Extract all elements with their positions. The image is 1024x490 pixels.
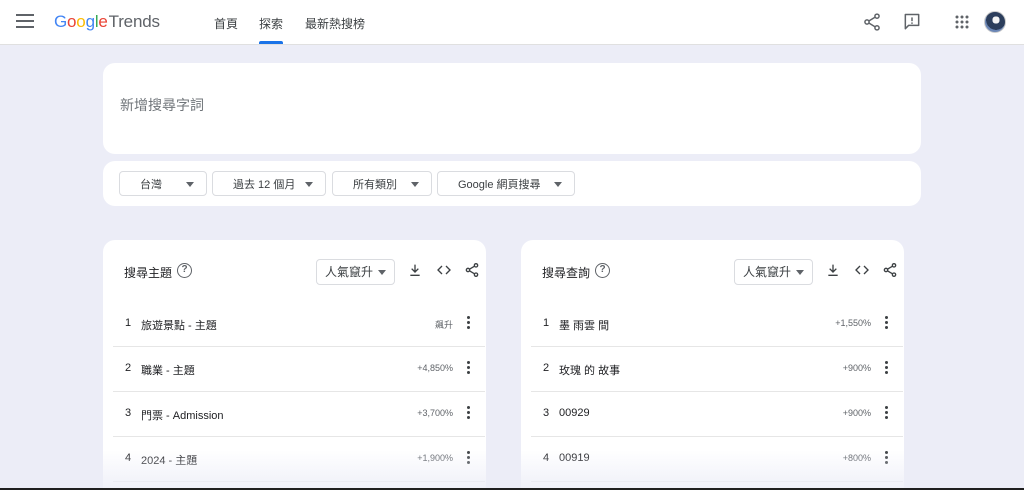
search-input[interactable] bbox=[120, 97, 820, 113]
item-label: 墨 雨雲 間 bbox=[559, 320, 610, 332]
more-vert-icon[interactable] bbox=[885, 316, 889, 330]
share-icon[interactable] bbox=[464, 262, 480, 278]
list-item[interactable]: 1 旅遊景點 - 主題 飆升 bbox=[113, 302, 485, 347]
more-vert-icon[interactable] bbox=[467, 316, 471, 330]
list-item[interactable]: 2 職業 - 主題 +4,850% bbox=[113, 347, 485, 392]
sort-select-label: 人氣竄升 bbox=[743, 265, 792, 279]
search-card bbox=[103, 63, 921, 154]
help-icon[interactable]: ? bbox=[177, 263, 192, 278]
region-filter[interactable]: 台灣 bbox=[119, 171, 207, 196]
rank-number: 2 bbox=[543, 362, 550, 374]
region-filter-label: 台灣 bbox=[140, 178, 162, 191]
embed-code-icon[interactable] bbox=[436, 262, 452, 278]
caret-down-icon bbox=[411, 182, 419, 187]
download-icon[interactable] bbox=[407, 262, 423, 278]
panel-title: 搜尋主題 bbox=[124, 266, 173, 280]
top-bar: GoogleTrends 首頁 探索 最新熱搜榜 bbox=[0, 0, 1024, 45]
more-vert-icon[interactable] bbox=[467, 361, 471, 375]
item-label: 2024 - 主題 bbox=[141, 455, 198, 467]
tab-explore[interactable]: 探索 bbox=[259, 15, 284, 44]
embed-code-icon[interactable] bbox=[854, 262, 870, 278]
item-value: +3,700% bbox=[417, 408, 453, 418]
menu-icon[interactable] bbox=[16, 14, 34, 30]
list-item[interactable]: 3 00929 +900% bbox=[531, 392, 903, 437]
list-item[interactable]: 4 2024 - 主題 +1,900% bbox=[113, 437, 485, 482]
logo-letter: e bbox=[98, 12, 108, 31]
more-vert-icon[interactable] bbox=[885, 361, 889, 375]
item-value: +4,850% bbox=[417, 363, 453, 373]
tab-trending-now[interactable]: 最新熱搜榜 bbox=[305, 15, 365, 32]
item-value: +900% bbox=[842, 363, 871, 373]
download-icon[interactable] bbox=[825, 262, 841, 278]
sort-select[interactable]: 人氣竄升 bbox=[316, 259, 395, 285]
rank-number: 4 bbox=[543, 452, 550, 464]
item-value: +900% bbox=[842, 408, 871, 418]
list-item[interactable]: 2 玫瑰 的 故事 +900% bbox=[531, 347, 903, 392]
rank-number: 2 bbox=[125, 362, 132, 374]
rank-number: 3 bbox=[125, 407, 132, 419]
search-type-filter[interactable]: Google 網頁搜尋 bbox=[437, 171, 575, 196]
list-item[interactable]: 3 門票 - Admission +3,700% bbox=[113, 392, 485, 437]
item-value: 飆升 bbox=[434, 320, 453, 330]
apps-icon[interactable] bbox=[952, 12, 972, 32]
item-label: 旅遊景點 - 主題 bbox=[141, 320, 217, 332]
more-vert-icon[interactable] bbox=[885, 451, 889, 465]
sort-select[interactable]: 人氣竄升 bbox=[734, 259, 813, 285]
caret-down-icon bbox=[186, 182, 194, 187]
category-filter-label: 所有類別 bbox=[353, 178, 397, 191]
help-icon[interactable]: ? bbox=[595, 263, 610, 278]
more-vert-icon[interactable] bbox=[467, 406, 471, 420]
more-vert-icon[interactable] bbox=[885, 406, 889, 420]
rank-number: 1 bbox=[543, 317, 550, 329]
search-type-filter-label: Google 網頁搜尋 bbox=[458, 178, 541, 191]
item-label: 玫瑰 的 故事 bbox=[559, 365, 621, 377]
more-vert-icon[interactable] bbox=[467, 451, 471, 465]
caret-down-icon bbox=[378, 270, 386, 275]
share-icon[interactable] bbox=[862, 12, 882, 32]
feedback-icon[interactable] bbox=[902, 12, 922, 32]
logo-letter: G bbox=[54, 12, 68, 31]
filter-bar: 台灣 過去 12 個月 所有類別 Google 網頁搜尋 bbox=[103, 161, 921, 206]
item-label: 門票 - Admission bbox=[141, 410, 224, 422]
related-topics-panel: 搜尋主題 ? 人氣竄升 1 旅遊景點 - 主題 飆升 2 職業 - 主題 +4,… bbox=[103, 240, 486, 490]
related-queries-panel: 搜尋查詢 ? 人氣竄升 1 墨 雨雲 間 +1,550% 2 玫瑰 的 故事 +… bbox=[521, 240, 904, 490]
item-value: +1,550% bbox=[835, 318, 871, 328]
category-filter[interactable]: 所有類別 bbox=[332, 171, 432, 196]
logo-letter: o bbox=[67, 12, 77, 31]
caret-down-icon bbox=[796, 270, 804, 275]
item-value: +800% bbox=[842, 453, 871, 463]
logo-letter: g bbox=[85, 12, 95, 31]
item-label: 00929 bbox=[559, 407, 590, 419]
list-item[interactable]: 4 00919 +800% bbox=[531, 437, 903, 482]
caret-down-icon bbox=[305, 182, 313, 187]
sort-select-label: 人氣竄升 bbox=[325, 265, 374, 279]
logo-trends-text: Trends bbox=[108, 12, 160, 31]
logo-letter: o bbox=[76, 12, 86, 31]
google-trends-logo[interactable]: GoogleTrends bbox=[54, 12, 160, 32]
item-label: 職業 - 主題 bbox=[141, 365, 195, 377]
tab-home[interactable]: 首頁 bbox=[214, 15, 238, 32]
panel-title: 搜尋查詢 bbox=[542, 266, 591, 280]
rank-number: 4 bbox=[125, 452, 132, 464]
avatar[interactable] bbox=[984, 11, 1006, 33]
rank-number: 3 bbox=[543, 407, 550, 419]
time-range-filter[interactable]: 過去 12 個月 bbox=[212, 171, 326, 196]
caret-down-icon bbox=[554, 182, 562, 187]
share-icon[interactable] bbox=[882, 262, 898, 278]
item-value: +1,900% bbox=[417, 453, 453, 463]
item-label: 00919 bbox=[559, 452, 590, 464]
list-item[interactable]: 1 墨 雨雲 間 +1,550% bbox=[531, 302, 903, 347]
rank-number: 1 bbox=[125, 317, 132, 329]
time-range-filter-label: 過去 12 個月 bbox=[233, 178, 296, 191]
